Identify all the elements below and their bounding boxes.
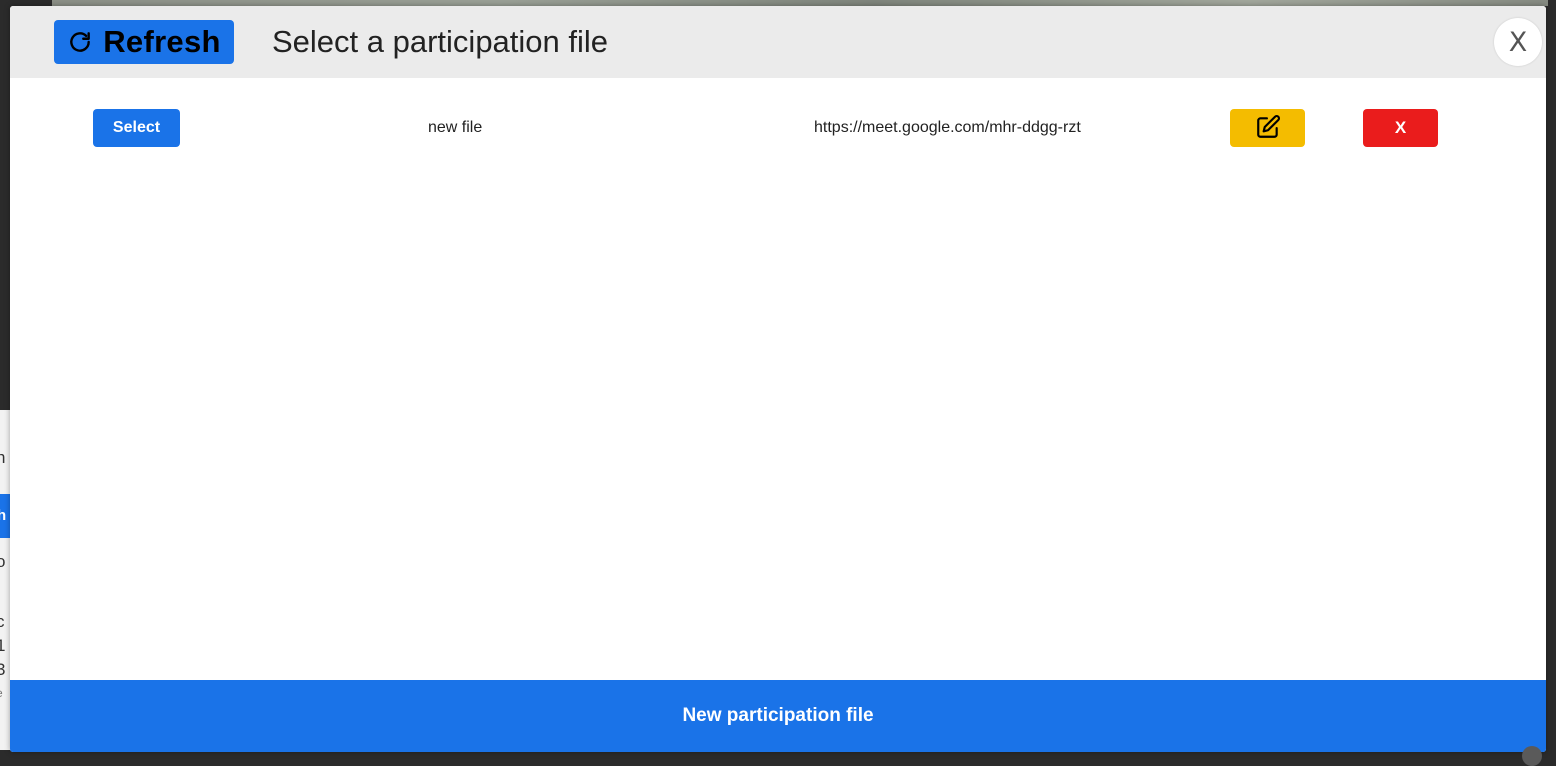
file-name: new file (428, 119, 482, 137)
modal-title: Select a participation file (272, 23, 608, 61)
modal-header: Refresh Select a participation file X (10, 6, 1546, 78)
background-corner-element (1522, 746, 1542, 766)
edit-icon (1255, 114, 1281, 143)
refresh-icon (67, 29, 93, 55)
new-participation-file-button[interactable]: New participation file (10, 680, 1546, 752)
refresh-label: Refresh (103, 24, 221, 60)
refresh-button[interactable]: Refresh (54, 20, 234, 64)
background-text-fragment: c (0, 612, 5, 632)
edit-file-button[interactable] (1230, 109, 1305, 147)
background-text-fragment: e (0, 686, 3, 700)
close-modal-button[interactable]: X (1494, 18, 1542, 66)
participation-file-modal: Refresh Select a participation file X Se… (10, 6, 1546, 752)
delete-file-button[interactable]: X (1363, 109, 1438, 147)
background-text-fragment: 3 (0, 660, 5, 680)
background-text-fragment: n (0, 448, 5, 468)
background-text-fragment: 1 (0, 636, 5, 656)
select-file-button[interactable]: Select (93, 109, 180, 147)
background-text-fragment: o (0, 552, 5, 572)
file-row: Select new file https://meet.google.com/… (10, 109, 1546, 147)
file-meeting-link: https://meet.google.com/mhr-ddgg-rzt (814, 119, 1081, 137)
